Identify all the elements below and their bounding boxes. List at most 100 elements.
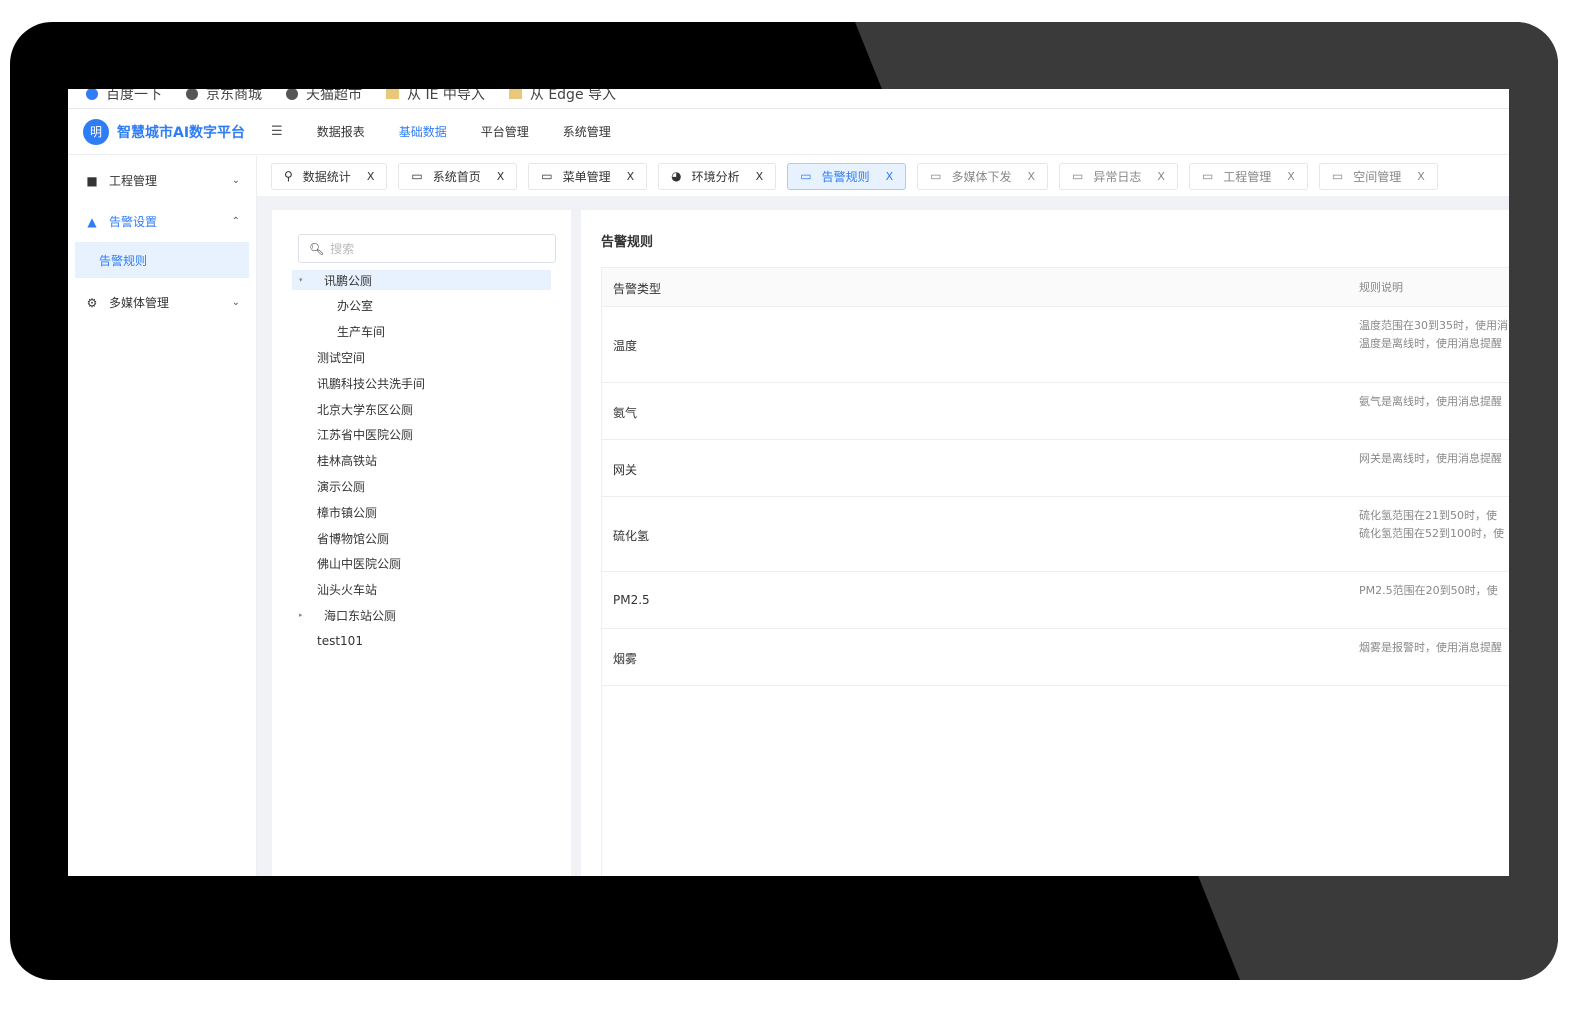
tree-node-label: 讯鹏公厕: [324, 273, 373, 288]
tree-node-label: 省博物馆公厕: [317, 531, 390, 546]
sidebar-subitem-alarm-rules[interactable]: 告警规则: [75, 242, 249, 278]
window-icon: ▭: [541, 169, 553, 183]
close-icon[interactable]: X: [627, 170, 635, 183]
nav-system[interactable]: 系统管理: [563, 123, 611, 140]
tree-node[interactable]: 佛山中医院公厕: [302, 554, 401, 574]
logo-icon: 明: [83, 118, 109, 145]
nav-data-report[interactable]: 数据报表: [317, 123, 365, 140]
tree-node-label: 办公室: [337, 299, 374, 314]
bookmark[interactable]: 百度一下: [86, 89, 162, 104]
tree-node[interactable]: 省博物馆公厕: [302, 528, 389, 548]
rule-description-line: 氨气是离线时，使用消息提醒: [1359, 395, 1502, 408]
tree-node[interactable]: ▸ 海口东站公厕: [292, 605, 396, 625]
tree-node-label: 生产车间: [337, 325, 386, 340]
alarm-rules-panel: 告警规则 告警类型 规则说明 温度 温度范围在30到35时，使用消 温度是离线时，使…: [581, 210, 1509, 876]
bookmark[interactable]: 从 IE 中导入: [386, 89, 485, 104]
tab-8[interactable]: ▭ 空间管理 X: [1318, 162, 1438, 190]
tree-node[interactable]: 江苏省中医院公厕: [302, 425, 413, 445]
tree-node[interactable]: 桂林高铁站: [302, 451, 377, 471]
window-icon: ▭: [1331, 169, 1344, 183]
brand-title: 智慧城市AI数字平台: [117, 124, 246, 141]
menu-toggle-icon[interactable]: ☰: [271, 124, 283, 139]
tree-node-label: 演示公厕: [317, 479, 366, 494]
search-input[interactable]: 🔍︎ 搜索: [298, 234, 556, 263]
nav-basic-data[interactable]: 基础数据: [399, 123, 447, 140]
close-icon[interactable]: X: [1027, 170, 1035, 183]
content-area: ⚲ 数据统计 X ▭ 系统首页 X ▭ 菜单管理 X ◕ 环境分析 X ▭ 告警规则 X ▭ 多媒体下发 X ▭ 异常…: [257, 156, 1509, 876]
window-icon: ▭: [411, 169, 423, 183]
tree-node[interactable]: ▾ 讯鹏公厕: [292, 270, 551, 290]
tab-7[interactable]: ▭ 工程管理 X: [1188, 162, 1308, 190]
globe-icon: [286, 89, 298, 100]
tree-node-label: 佛山中医院公厕: [317, 557, 402, 572]
close-icon[interactable]: X: [497, 170, 505, 183]
tree-node-label: 汕头火车站: [317, 583, 378, 598]
chevron-down-icon: ⌄: [231, 297, 240, 308]
rule-description-line: 网关是离线时，使用消息提醒: [1359, 452, 1502, 465]
tab-6[interactable]: ▭ 异常日志 X: [1059, 162, 1178, 190]
tree-node-label: 海口东站公厕: [324, 608, 397, 623]
window-icon: ▭: [800, 169, 812, 183]
close-icon[interactable]: X: [756, 170, 764, 183]
close-icon[interactable]: X: [886, 170, 894, 183]
tree-node[interactable]: 生产车间: [337, 322, 385, 342]
close-icon[interactable]: X: [1287, 170, 1295, 183]
sidebar-item-media[interactable]: ⚙ 多媒体管理 ⌄: [68, 282, 256, 323]
rule-description-line: 硫化氢范围在52到100时，使: [1359, 527, 1504, 540]
tree-node[interactable]: 汕头火车站: [302, 580, 377, 600]
close-icon[interactable]: X: [1417, 170, 1425, 183]
space-tree-panel: 🔍︎ 搜索 ▾ 讯鹏公厕办公室生产车间测试空间讯鹏科技公共洗手间 北京大学东区公厕 江苏…: [272, 210, 571, 876]
table-row: 网关 网关是离线时，使用消息提醒: [602, 440, 1509, 497]
table-row: 烟雾 烟雾是报警时，使用消息提醒: [602, 629, 1509, 686]
close-icon[interactable]: X: [367, 170, 375, 183]
tab-label: 数据统计: [302, 169, 351, 184]
tab-4[interactable]: ▭ 告警规则 X: [787, 162, 907, 190]
alarm-type: 硫化氢: [613, 528, 650, 543]
rule-description-line: 温度范围在30到35时，使用消: [1359, 319, 1508, 332]
rule-description: 烟雾是报警时，使用消息提醒: [1359, 639, 1502, 657]
tree-node[interactable]: test101: [302, 631, 363, 651]
bookmark[interactable]: 京东商城: [186, 89, 262, 104]
tab-5[interactable]: ▭ 多媒体下发 X: [917, 162, 1049, 190]
rule-description: 网关是离线时，使用消息提醒: [1359, 450, 1502, 468]
tab-label: 菜单管理: [562, 169, 611, 184]
tree-node[interactable]: 讯鹏科技公共洗手间: [302, 373, 425, 393]
rule-description: 温度范围在30到35时，使用消 温度是离线时，使用消息提醒: [1359, 317, 1508, 353]
tab-0[interactable]: ⚲ 数据统计 X: [271, 162, 388, 190]
sidebar-item-project[interactable]: ■ 工程管理 ⌄: [68, 160, 256, 201]
caret-down-icon[interactable]: ▾: [299, 276, 313, 284]
tab-bar: ⚲ 数据统计 X ▭ 系统首页 X ▭ 菜单管理 X ◕ 环境分析 X ▭ 告警规则 X ▭ 多媒体下发 X ▭ 异常…: [257, 156, 1509, 196]
sidebar-item-alarm[interactable]: ▲ 告警设置 ⌃: [68, 201, 256, 242]
screen: 百度一下 京东商城 天猫超市 从 IE 中导入 从 Edge 导入 明 智慧城市…: [68, 89, 1509, 876]
bookmark[interactable]: 从 Edge 导入: [508, 89, 616, 104]
tree-node[interactable]: 北京大学东区公厕: [302, 399, 413, 419]
tree-node-label: 测试空间: [317, 350, 366, 365]
nav-platform[interactable]: 平台管理: [481, 123, 529, 140]
gear-icon: ⚙: [86, 295, 98, 310]
tree-node-label: 桂林高铁站: [317, 454, 378, 469]
caret-right-icon[interactable]: ▸: [299, 611, 313, 619]
tree-node[interactable]: 樟市镇公厕: [302, 502, 377, 522]
tab-label: 环境分析: [691, 169, 740, 184]
bookmark[interactable]: 天猫超市: [286, 89, 362, 104]
folder-icon: [508, 89, 522, 99]
tree-node[interactable]: 测试空间: [302, 347, 365, 367]
table-header: 告警类型 规则说明: [602, 268, 1509, 307]
tab-1[interactable]: ▭ 系统首页 X: [398, 162, 518, 190]
tree-node[interactable]: 办公室: [337, 296, 373, 316]
table-row: 氨气 氨气是离线时，使用消息提醒: [602, 383, 1509, 440]
alarm-type: 温度: [613, 339, 638, 353]
tab-label: 多媒体下发: [951, 169, 1012, 184]
tab-3[interactable]: ◕ 环境分析 X: [658, 162, 777, 190]
top-header: 明 智慧城市AI数字平台 ☰ 数据报表 基础数据 平台管理 系统管理: [68, 109, 1509, 155]
baidu-icon: [86, 89, 98, 100]
close-icon[interactable]: X: [1157, 170, 1165, 183]
rule-description: 氨气是离线时，使用消息提醒: [1359, 393, 1502, 411]
tree-node[interactable]: 演示公厕: [302, 476, 365, 496]
chevron-down-icon: ⌄: [231, 175, 240, 186]
sidebar-item-label: 多媒体管理: [109, 296, 170, 310]
tab-label: 系统首页: [432, 169, 481, 184]
warning-icon: ▲: [87, 214, 97, 229]
rule-description: PM2.5范围在20到50时，使: [1359, 582, 1498, 600]
tab-2[interactable]: ▭ 菜单管理 X: [528, 162, 648, 190]
